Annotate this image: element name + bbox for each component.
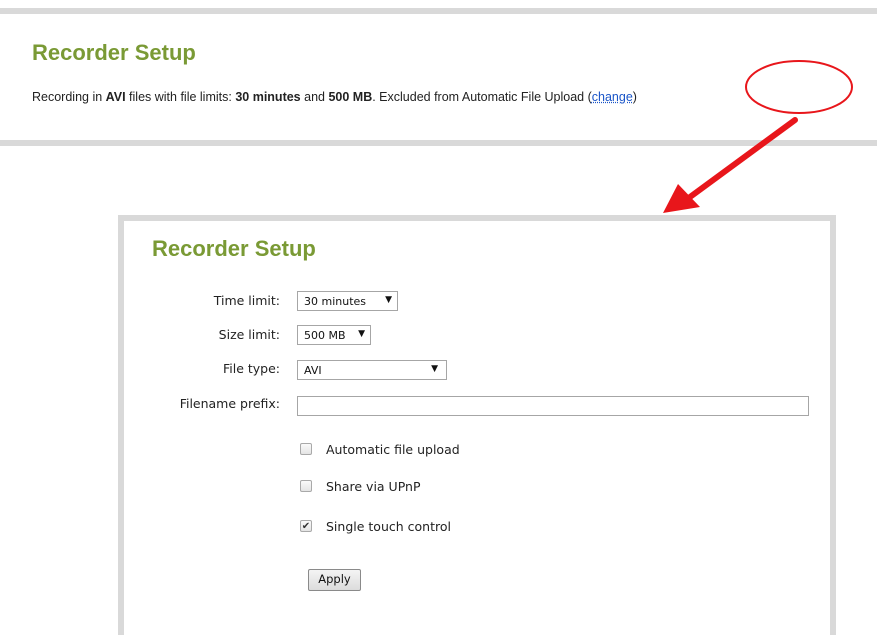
automatic-file-upload-checkbox[interactable] (300, 443, 312, 455)
triangle-down-icon: ▼ (358, 329, 365, 339)
single-touch-control-label: Single touch control (326, 519, 451, 534)
time-limit-value: 30 minutes (304, 295, 367, 308)
summary-title: Recorder Setup (32, 40, 196, 65)
apply-button[interactable]: Apply (308, 569, 361, 591)
summary-close-paren: ) (632, 90, 637, 104)
size-limit-value: 500 MB (304, 329, 346, 342)
file-type-label: File type: (222, 361, 280, 376)
triangle-down-icon: ▼ (385, 295, 392, 305)
time-limit-select[interactable]: 30 minutes ▼ (297, 291, 398, 311)
size-limit-label: Size limit: (218, 327, 280, 342)
time-limit-label: Time limit: (213, 293, 280, 308)
size-limit-select[interactable]: 500 MB ▼ (297, 325, 371, 345)
change-link[interactable]: change (592, 90, 633, 104)
triangle-down-icon: ▼ (431, 364, 438, 374)
summary-text-and: and (300, 90, 329, 104)
summary-text-suffix: . Excluded from Automatic File Upload ( (372, 90, 592, 104)
file-type-select[interactable]: AVI ▼ (297, 360, 447, 380)
share-via-upnp-checkbox[interactable] (300, 480, 312, 492)
share-via-upnp-label: Share via UPnP (326, 479, 421, 494)
checkmark-icon: ✔ (301, 521, 311, 532)
automatic-file-upload-label: Automatic file upload (326, 442, 460, 457)
recorder-summary-panel: Recorder Setup Recording in AVI files wi… (0, 8, 877, 146)
summary-time-limit: 30 minutes (235, 90, 301, 104)
filename-prefix-label: Filename prefix: (179, 396, 280, 411)
recorder-setup-panel: Recorder Setup Time limit: 30 minutes ▼ … (118, 215, 836, 635)
file-type-value: AVI (304, 364, 322, 377)
summary-text-prefix: Recording in (32, 90, 106, 104)
summary-text-mid: files with file limits: (125, 90, 236, 104)
single-touch-control-checkbox[interactable]: ✔ (300, 520, 312, 532)
setup-title: Recorder Setup (152, 236, 316, 261)
summary-text: Recording in AVI files with file limits:… (32, 90, 637, 104)
summary-format: AVI (105, 90, 126, 104)
summary-size-limit: 500 MB (328, 90, 373, 104)
filename-prefix-input[interactable] (297, 396, 809, 416)
